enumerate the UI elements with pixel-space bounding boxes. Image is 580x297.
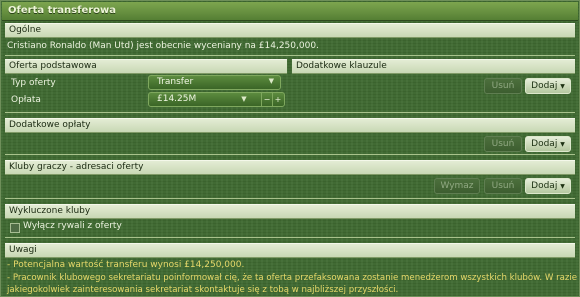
section-basic-offer-header: Oferta podstawowa	[5, 59, 287, 74]
chevron-down-icon: ▼	[560, 141, 565, 148]
divider	[5, 198, 575, 199]
fee-value: £14.25M	[157, 94, 197, 104]
valuation-text: Cristiano Ronaldo (Man Utd) jest obecnie…	[7, 41, 319, 51]
note-line: jakiegokolwiek zainteresowania sekretari…	[7, 285, 399, 295]
club-add-button[interactable]: Dodaj ▼	[525, 178, 571, 194]
note-line: - Pracownik klubowego sekretariatu poinf…	[7, 273, 578, 283]
offer-type-label: Typ oferty	[11, 78, 56, 88]
chevron-down-icon[interactable]: ▼	[239, 93, 249, 106]
fee-remove-button[interactable]: Usuń	[484, 136, 522, 152]
fee-add-button[interactable]: Dodaj ▼	[525, 136, 571, 152]
window-title-bar: Oferta transferowa	[2, 2, 578, 21]
fee-input[interactable]: £14.25M ▼ − +	[148, 92, 285, 107]
club-replace-button[interactable]: Wymaz	[434, 178, 480, 194]
offer-type-value: Transfer	[157, 77, 194, 87]
divider	[5, 112, 575, 113]
section-notes-title: Uwagi	[9, 245, 37, 255]
exclude-rivals-label[interactable]: Wyłącz rywali z oferty	[23, 221, 122, 231]
section-basic-offer-title: Oferta podstawowa	[9, 61, 97, 71]
section-excluded-clubs-header: Wykluczone kluby	[5, 204, 575, 219]
exclude-rivals-checkbox[interactable]	[10, 223, 20, 233]
divider	[5, 237, 575, 238]
section-additional-clauses-title: Dodatkowe klauzule	[296, 61, 387, 71]
section-additional-fees-header: Dodatkowe opłaty	[5, 118, 575, 133]
section-player-clubs-title: Kluby graczy - adresaci oferty	[9, 162, 144, 172]
clause-remove-button[interactable]: Usuń	[484, 78, 522, 94]
section-excluded-clubs-title: Wykluczone kluby	[9, 206, 91, 216]
chevron-down-icon: ▼	[268, 77, 274, 85]
divider	[5, 154, 575, 155]
club-remove-button[interactable]: Usuń	[484, 178, 522, 194]
window-title: Oferta transferowa	[8, 5, 117, 16]
fee-label: Opłata	[11, 95, 41, 105]
section-additional-fees-title: Dodatkowe opłaty	[9, 120, 91, 130]
section-notes-header: Uwagi	[5, 243, 575, 258]
club-add-label: Dodaj	[531, 181, 558, 191]
clause-add-label: Dodaj	[531, 81, 558, 91]
note-line: - Potencjalna wartość transferu wynosi £…	[7, 260, 245, 270]
fee-add-label: Dodaj	[531, 139, 558, 149]
section-player-clubs-header: Kluby graczy - adresaci oferty	[5, 160, 575, 175]
minus-icon[interactable]: −	[261, 93, 272, 106]
chevron-down-icon: ▼	[560, 183, 565, 190]
section-general-title: Ogólne	[9, 25, 42, 35]
clause-add-button[interactable]: Dodaj ▼	[525, 78, 571, 94]
plus-icon[interactable]: +	[272, 93, 283, 106]
section-general-header: Ogólne	[5, 23, 575, 38]
transfer-offer-window: Oferta transferowa Ogólne Cristiano Rona…	[0, 0, 580, 297]
divider	[5, 55, 575, 56]
chevron-down-icon: ▼	[560, 83, 565, 90]
section-additional-clauses-header: Dodatkowe klauzule	[292, 59, 575, 74]
offer-type-dropdown[interactable]: Transfer ▼	[148, 75, 281, 90]
